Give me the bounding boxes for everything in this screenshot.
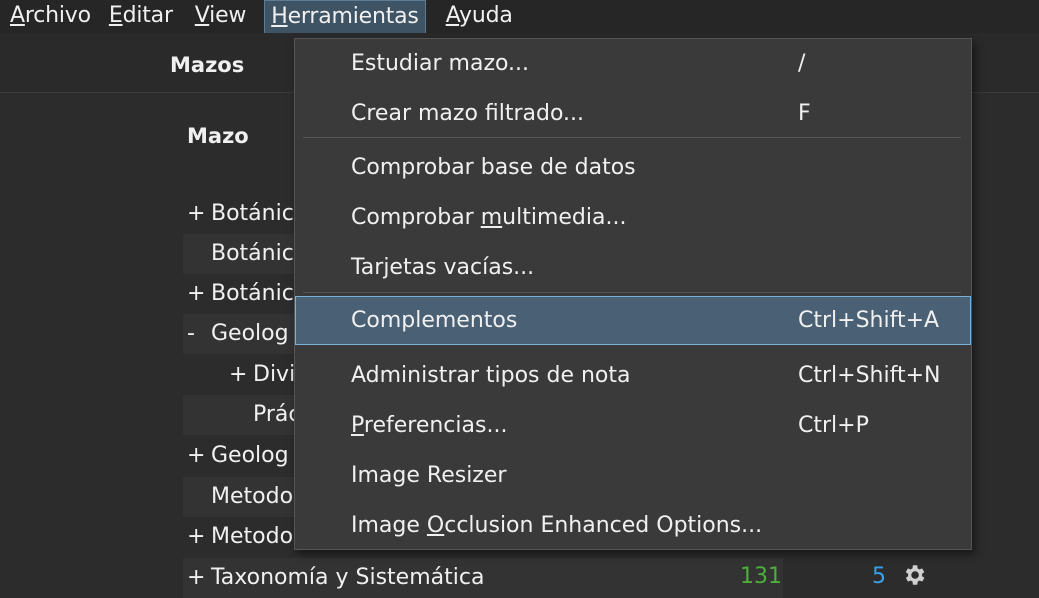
menu-item-tarjetas-vacias[interactable]: Tarjetas vacías... — [295, 244, 971, 292]
mnemonic: V — [194, 3, 210, 28]
menu-item-image-occlusion-options[interactable]: Image Occlusion Enhanced Options... — [295, 502, 971, 550]
mnemonic: E — [108, 3, 123, 28]
menu-item-image-resizer[interactable]: Image Resizer — [295, 452, 971, 500]
mnemonic: A — [445, 3, 460, 28]
herramientas-dropdown-menu: Estudiar mazo... / Crear mazo filtrado...… — [294, 38, 972, 550]
deck-name[interactable]: Geolog — [211, 321, 289, 346]
menu-view[interactable]: View — [189, 0, 252, 33]
menu-archivo[interactable]: Archivo — [4, 0, 97, 33]
menu-bar: Archivo Editar View Herramientas Ayuda — [0, 0, 1039, 33]
shortcut: / — [798, 51, 806, 76]
expand-toggle[interactable]: + — [229, 355, 253, 395]
menu-item-preferencias[interactable]: Preferencias... Ctrl+P — [295, 402, 971, 450]
toolbar-title-mazos[interactable]: Mazos — [170, 53, 244, 77]
gear-icon[interactable] — [901, 562, 929, 590]
expand-toggle[interactable]: + — [187, 274, 211, 314]
deck-name[interactable]: Metodo — [211, 524, 293, 549]
mnemonic: A — [10, 3, 25, 28]
collapse-toggle[interactable]: - — [187, 314, 211, 354]
menu-item-crear-mazo-filtrado[interactable]: Crear mazo filtrado... F — [295, 90, 971, 138]
deck-row[interactable]: + Taxonomía y Sistemática — [183, 558, 783, 598]
expand-toggle[interactable]: + — [187, 194, 211, 234]
deck-name[interactable]: Taxonomía y Sistemática — [211, 565, 484, 590]
deck-name[interactable]: Botánic — [211, 201, 294, 226]
menu-item-comprobar-multimedia[interactable]: Comprobar multimedia... — [295, 194, 971, 242]
shortcut: Ctrl+P — [798, 413, 869, 438]
deck-name[interactable]: Geolog — [211, 443, 289, 468]
menu-separator — [303, 137, 961, 138]
expand-toggle[interactable]: + — [187, 436, 211, 476]
shortcut: F — [798, 101, 811, 126]
menu-item-administrar-tipos-nota[interactable]: Administrar tipos de nota Ctrl+Shift+N — [295, 352, 971, 400]
menu-item-complementos[interactable]: Complementos Ctrl+Shift+A — [295, 296, 971, 345]
shortcut: Ctrl+Shift+A — [798, 308, 940, 333]
menu-separator — [303, 292, 961, 293]
shortcut: Ctrl+Shift+N — [798, 363, 941, 388]
deck-name[interactable]: Divi — [253, 362, 295, 387]
menu-editar[interactable]: Editar — [103, 0, 179, 33]
mnemonic: H — [271, 4, 288, 29]
deck-name[interactable]: Botánic — [211, 281, 294, 306]
menu-item-comprobar-base-datos[interactable]: Comprobar base de datos — [295, 144, 971, 192]
deck-column-header: Mazo — [187, 124, 249, 148]
menu-ayuda[interactable]: Ayuda — [440, 0, 519, 33]
menu-herramientas[interactable]: Herramientas — [264, 0, 426, 33]
expand-toggle[interactable]: + — [187, 517, 211, 557]
menu-item-estudiar-mazo[interactable]: Estudiar mazo... / — [295, 40, 971, 88]
deck-name[interactable]: Metodo — [211, 484, 293, 509]
expand-toggle[interactable]: + — [187, 558, 211, 598]
deck-name[interactable]: Botánic — [211, 241, 294, 266]
